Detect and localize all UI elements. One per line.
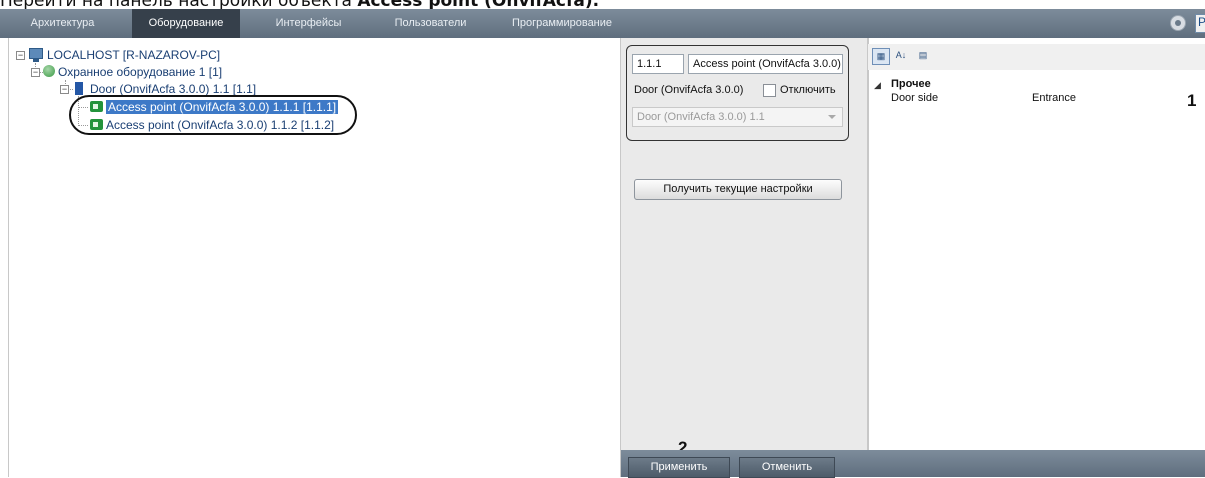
door-icon	[75, 82, 83, 95]
main-menubar: Архитектура Оборудование Интерфейсы Поль…	[0, 9, 1205, 38]
tab-programming[interactable]: Программирование	[497, 9, 627, 38]
disable-label: Отключить	[780, 84, 836, 96]
expander-root[interactable]: −	[16, 51, 25, 60]
parent-label: Door (OnvifAcfa 3.0.0)	[634, 84, 744, 96]
annotation-marker-1: 1	[1187, 91, 1197, 110]
chevron-down-icon	[828, 115, 836, 119]
expander-equipment[interactable]: −	[31, 68, 40, 77]
tab-users[interactable]: Пользователи	[378, 9, 483, 38]
highlight-ellipse	[69, 95, 357, 135]
computer-icon	[29, 48, 43, 62]
page-caption: Перейти на панель настройки объекта Acce…	[0, 0, 599, 11]
tree-item-door[interactable]: Door (OnvifAcfa 3.0.0) 1.1 [1.1]	[90, 82, 256, 96]
expander-door[interactable]: −	[60, 85, 69, 94]
tree-item-root[interactable]: LOCALHOST [R-NAZAROV-PC]	[47, 48, 220, 62]
tab-architecture[interactable]: Архитектура	[10, 9, 115, 38]
collapse-triangle-icon[interactable]: ◢	[874, 80, 881, 91]
object-name-field[interactable]: Access point (OnvifAcfa 3.0.0)	[688, 54, 843, 74]
corner-button[interactable]: P	[1195, 14, 1205, 33]
parent-select-value: Door (OnvifAcfa 3.0.0) 1.1	[637, 111, 765, 123]
equipment-sphere-icon	[43, 65, 55, 77]
apply-button[interactable]: Применить	[628, 457, 730, 478]
disable-checkbox[interactable]	[763, 84, 776, 97]
property-category: Прочее	[891, 78, 931, 90]
object-id-field[interactable]: 1.1.1	[632, 54, 684, 74]
tree-item-label: Охранное оборудование 1 [1]	[58, 65, 223, 79]
tree-item-equipment[interactable]: Охранное оборудование 1 [1]	[58, 65, 222, 79]
tab-equipment[interactable]: Оборудование	[132, 9, 240, 38]
sort-alphabetical-icon[interactable]: A↓	[892, 48, 910, 65]
property-value-door-side[interactable]: Entrance	[1032, 92, 1076, 105]
cancel-button[interactable]: Отменить	[739, 457, 835, 478]
property-pages-icon[interactable]: ▤	[914, 48, 932, 65]
categorized-view-icon[interactable]: ▦	[872, 48, 890, 65]
tree-item-label: Door (OnvifAcfa 3.0.0) 1.1 [1.1]	[90, 82, 257, 96]
property-name-door-side: Door side	[891, 92, 939, 104]
gear-icon[interactable]	[1170, 15, 1186, 31]
tree-item-label: LOCALHOST [R-NAZAROV-PC]	[47, 48, 221, 62]
get-current-settings-button[interactable]: Получить текущие настройки	[634, 179, 842, 200]
parent-select[interactable]: Door (OnvifAcfa 3.0.0) 1.1	[632, 107, 843, 127]
tab-interfaces[interactable]: Интерфейсы	[256, 9, 361, 38]
